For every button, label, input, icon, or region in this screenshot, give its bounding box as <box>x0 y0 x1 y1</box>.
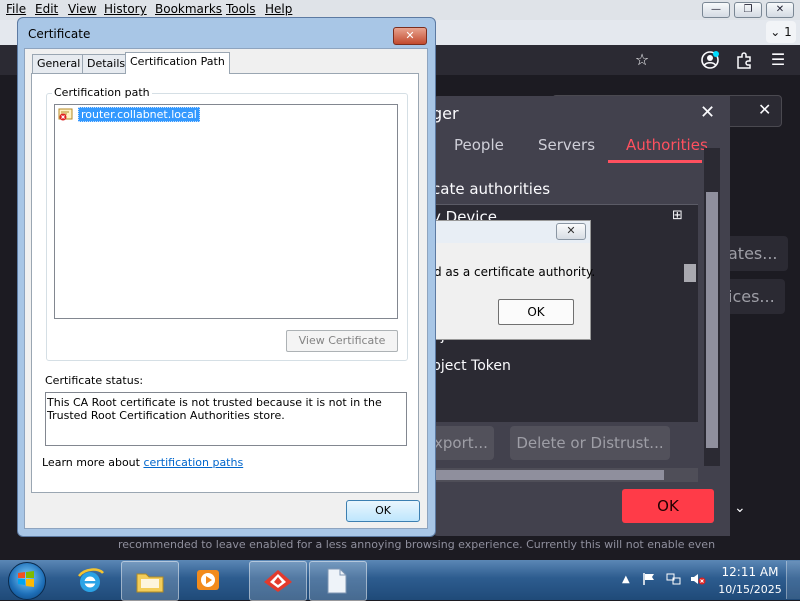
certification-paths-link[interactable]: certification paths <box>143 456 243 469</box>
certificate-ok-button[interactable]: OK <box>346 500 420 522</box>
export-button[interactable]: xport... <box>432 426 494 460</box>
close-icon[interactable]: ✕ <box>700 102 715 123</box>
active-tab-indicator <box>608 160 702 163</box>
list-scrollbar[interactable] <box>682 234 696 420</box>
collabnet-logo-icon <box>262 568 294 597</box>
taskbar-media-player[interactable] <box>181 561 237 599</box>
menu-file[interactable]: File <box>6 2 26 16</box>
minimize-button[interactable]: — <box>702 2 730 18</box>
taskbar-internet-explorer[interactable] <box>62 561 118 599</box>
menu-view[interactable]: View <box>68 2 96 16</box>
bookmark-star-icon[interactable]: ☆ <box>632 50 652 70</box>
horizontal-scrollbar-thumb[interactable] <box>432 470 664 480</box>
restore-button[interactable]: ❐ <box>734 2 762 18</box>
certificate-error-icon <box>58 108 74 121</box>
alert-close-button[interactable]: ✕ <box>556 223 586 240</box>
taskbar-file-explorer[interactable] <box>121 561 179 601</box>
clock-time[interactable]: 12:11 AM <box>720 565 780 579</box>
clear-search-icon[interactable]: ✕ <box>758 100 771 119</box>
menu-edit[interactable]: Edit <box>35 2 58 16</box>
preference-description: recommended to leave enabled for a less … <box>118 538 716 551</box>
extensions-icon[interactable] <box>734 50 754 70</box>
learn-more-prefix: Learn more about <box>42 456 144 469</box>
window-close-button[interactable]: ✕ <box>766 2 794 18</box>
menu-history[interactable]: History <box>104 2 147 16</box>
section-heading: cate authorities <box>432 180 551 198</box>
action-center-flag-icon[interactable] <box>642 572 656 586</box>
window-controls: — ❐ ✕ <box>702 2 794 18</box>
list-item[interactable]: bject Token <box>432 358 511 374</box>
tab-authorities[interactable]: Authorities <box>626 136 708 154</box>
taskbar-firefox[interactable] <box>249 561 307 601</box>
certificate-dialog-title: Certificate <box>28 27 91 41</box>
ok-button[interactable]: OK <box>622 489 714 523</box>
tab-certification-path[interactable]: Certification Path <box>125 52 230 74</box>
list-scrollbar-thumb[interactable] <box>684 264 696 282</box>
certificate-status-text: This CA Root certificate is not trusted … <box>47 396 382 422</box>
app-menu-icon[interactable]: ☰ <box>768 50 788 70</box>
learn-more-text: Learn more about certification paths <box>42 456 243 469</box>
tab-count: 1 <box>784 25 792 39</box>
show-hidden-icons-icon[interactable]: ▲ <box>622 574 630 585</box>
chevron-down-icon: ⌄ <box>770 25 781 39</box>
media-player-icon <box>195 568 223 595</box>
windows-logo-icon <box>16 569 36 589</box>
certificate-status-label: Certificate status: <box>45 374 144 387</box>
alert-message: d as a certificate authority. <box>434 265 596 279</box>
clock-date[interactable]: 10/15/2025 <box>716 583 784 596</box>
network-icon[interactable] <box>666 572 682 586</box>
menu-help[interactable]: Help <box>265 2 292 16</box>
tab-people[interactable]: People <box>454 136 504 154</box>
certificate-close-button[interactable]: ✕ <box>393 27 427 45</box>
alert-ok-button[interactable]: OK <box>498 299 574 325</box>
account-icon[interactable] <box>700 50 720 70</box>
delete-or-distrust-button[interactable]: Delete or Distrust... <box>510 426 670 460</box>
show-desktop-button[interactable] <box>786 561 800 599</box>
column-picker-icon[interactable]: ⊞ <box>672 208 683 223</box>
certification-path-tree[interactable] <box>54 104 398 319</box>
dialog-scrollbar-thumb[interactable] <box>706 192 718 448</box>
taskbar-document[interactable] <box>309 561 367 601</box>
alert-dialog: ✕ d as a certificate authority. OK <box>433 220 595 340</box>
view-certificate-button[interactable]: View Certificate <box>286 330 398 352</box>
document-icon <box>326 567 348 598</box>
folder-icon <box>135 568 165 597</box>
tab-details[interactable]: Details <box>82 54 131 73</box>
list-all-tabs-button[interactable]: ⌄ 1 <box>766 21 796 43</box>
path-node-router[interactable]: router.collabnet.local <box>78 107 200 122</box>
chevron-down-icon[interactable]: ⌄ <box>734 500 746 516</box>
internet-explorer-icon <box>76 567 104 598</box>
certification-path-label: Certification path <box>52 86 152 99</box>
menu-tools[interactable]: Tools <box>226 2 256 16</box>
tab-general[interactable]: General <box>32 54 86 73</box>
tab-servers[interactable]: Servers <box>538 136 595 154</box>
menu-bookmarks[interactable]: Bookmarks <box>155 2 222 16</box>
volume-muted-icon[interactable] <box>690 572 706 586</box>
